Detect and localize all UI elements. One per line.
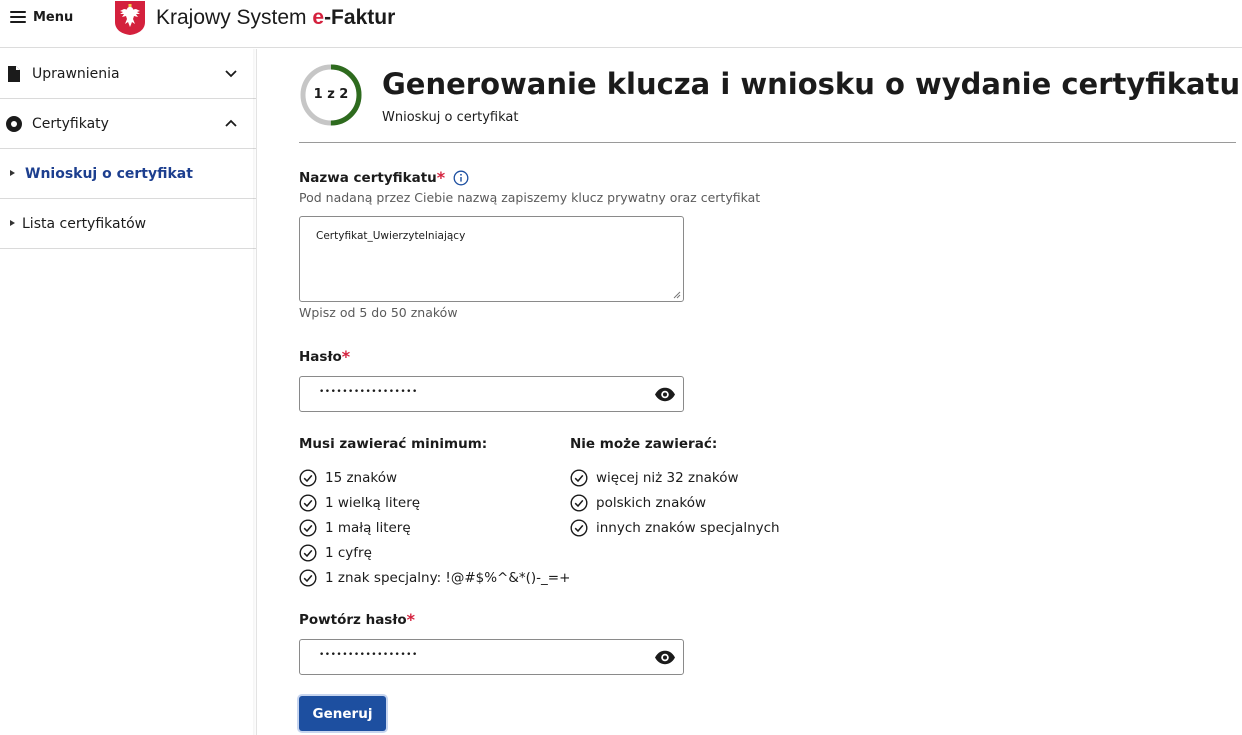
rule-item: 1 małą literę [299,515,570,540]
check-circle-icon [570,518,588,537]
rule-text: 1 znak specjalny: !@#$%^&*()-_=+ [325,569,571,586]
show-password-eye-icon[interactable] [654,650,676,665]
brand-e: e [312,6,325,29]
rule-item: więcej niż 32 znaków [570,465,780,490]
rule-item: 15 znaków [299,465,570,490]
bullet-triangle-icon [10,170,15,176]
password-label: Hasło * [299,347,350,366]
sidebar-subitem-wnioskuj[interactable]: Wnioskuj o certyfikat [0,149,256,199]
check-circle-icon [299,568,317,587]
password-masked-value: ••••••••••••••••• [319,387,418,397]
check-circle-icon [299,518,317,537]
repeat-password-masked-value: ••••••••••••••••• [319,650,418,660]
rule-text: innych znaków specjalnych [596,519,780,536]
required-mark: * [406,610,415,629]
rule-text: więcej niż 32 znaków [596,469,739,486]
check-circle-icon [570,468,588,487]
repeat-password-input[interactable]: ••••••••••••••••• [299,639,684,675]
check-circle-icon [299,468,317,487]
cert-name-hint: Wpisz od 5 do 50 znaków [299,305,458,320]
sidebar-subitem-label: Lista certyfikatów [22,215,147,232]
brand-logo[interactable]: Krajowy System e-Faktur [114,0,395,36]
sidebar-item-label: Uprawnienia [32,65,120,82]
rule-text: polskich znaków [596,494,707,511]
rule-text: 1 wielką literę [325,494,421,511]
rule-item: polskich znaków [570,490,780,515]
top-bar: Menu Krajowy System e-Faktur [0,0,1242,48]
resize-handle-icon[interactable] [673,291,681,299]
rule-item: 1 wielką literę [299,490,570,515]
rule-item: innych znaków specjalnych [570,515,780,540]
chevron-down-icon[interactable] [225,69,237,79]
generate-button[interactable]: Generuj [299,696,386,731]
step-indicator-text: 1 z 2 [313,87,349,102]
cert-name-label: Nazwa certyfikatu * [299,168,469,187]
brand-suffix: -Faktur [324,6,396,29]
cert-name-label-text: Nazwa certyfikatu [299,169,437,186]
sidebar-subitem-lista[interactable]: Lista certyfikatów [0,199,256,249]
cert-name-textarea[interactable]: Certyfikat_Uwierzytelniający [299,216,684,302]
polish-eagle-emblem-icon [115,1,145,35]
check-circle-icon [299,543,317,562]
page-subtitle: Wnioskuj o certyfikat [382,110,519,125]
info-icon[interactable] [453,170,469,186]
rule-item: 1 znak specjalny: !@#$%^&*()-_=+ [299,565,570,590]
sidebar-shadow [253,49,257,735]
menu-label: Menu [33,9,74,25]
certificate-icon [6,116,22,132]
cert-name-description: Pod nadaną przez Ciebie nazwą zapiszemy … [299,190,761,205]
cert-name-value: Certyfikat_Uwierzytelniający [316,230,466,242]
must-not-contain-heading: Nie może zawierać: [570,436,718,452]
check-circle-icon [570,493,588,512]
menu-button[interactable]: Menu [10,6,73,28]
hamburger-icon [10,11,26,23]
password-input[interactable]: ••••••••••••••••• [299,376,684,412]
sidebar-item-label: Certyfikaty [32,115,109,132]
rule-text: 1 cyfrę [325,544,372,561]
page-header: 1 z 2 Generowanie klucza i wniosku o wyd… [299,63,1240,143]
sidebar-item-uprawnienia[interactable]: Uprawnienia [0,49,256,99]
must-contain-rules: Musi zawierać minimum: 15 znaków 1 wielk… [299,436,570,590]
required-mark: * [436,168,446,187]
document-icon [8,66,20,82]
show-password-eye-icon[interactable] [654,387,676,402]
required-mark: * [341,347,351,366]
sidebar-subitem-label: Wnioskuj o certyfikat [25,165,193,182]
sidebar: Uprawnienia Certyfikaty Wnioskuj o certy… [0,49,257,735]
rule-text: 1 małą literę [325,519,411,536]
rule-text: 15 znaków [325,469,398,486]
must-contain-heading: Musi zawierać minimum: [299,436,488,452]
bullet-triangle-icon [10,220,15,226]
repeat-password-label: Powtórz hasło * [299,610,415,629]
brand-title: Krajowy System e-Faktur [156,6,395,30]
must-not-contain-rules: Nie może zawierać: więcej niż 32 znaków … [570,436,780,540]
sidebar-item-certyfikaty[interactable]: Certyfikaty [0,99,256,149]
password-label-text: Hasło [299,348,342,365]
rule-item: 1 cyfrę [299,540,570,565]
brand-prefix: Krajowy System [156,6,313,29]
page-title: Generowanie klucza i wniosku o wydanie c… [382,67,1241,101]
check-circle-icon [299,493,317,512]
chevron-up-icon[interactable] [225,119,237,129]
repeat-password-label-text: Powtórz hasło [299,611,407,628]
header-divider [299,142,1236,143]
